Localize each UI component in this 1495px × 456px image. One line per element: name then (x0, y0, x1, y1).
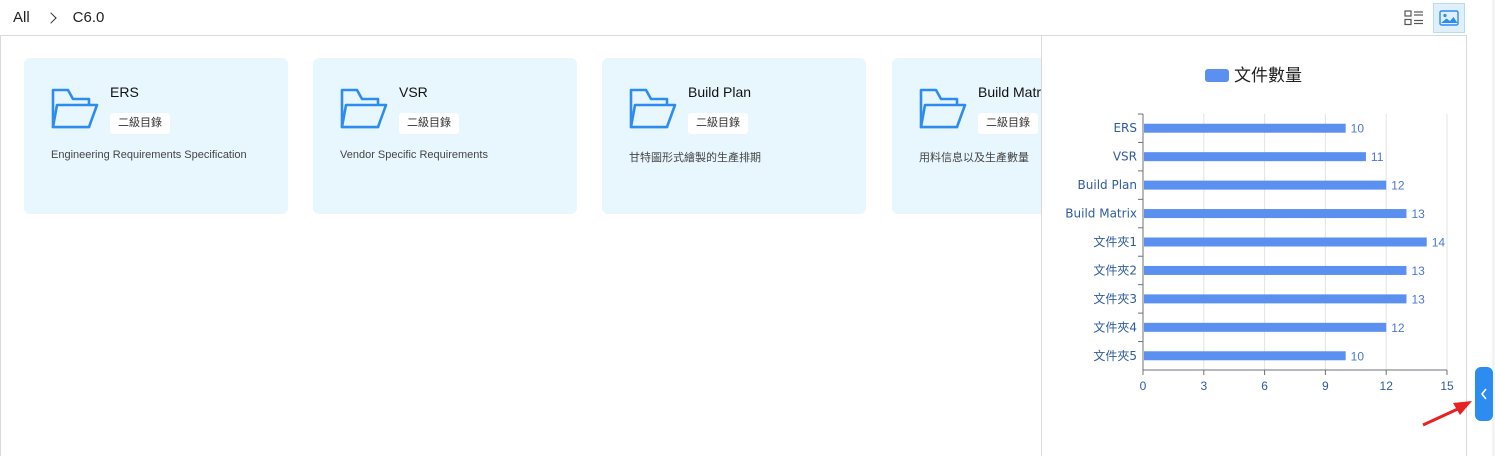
bar (1144, 322, 1387, 332)
y-tick-label: 文件夾4 (1093, 319, 1137, 334)
x-tick-label: 15 (1440, 379, 1454, 393)
card-description: Vendor Specific Requirements (340, 149, 488, 161)
data-label: 11 (1371, 150, 1384, 164)
card-title: Build Plan (688, 84, 752, 100)
content-area: ERS 二級目錄 Engineering Requirements Specific… (0, 36, 1467, 456)
data-label: 10 (1351, 349, 1365, 363)
card-tag: 二級目錄 (110, 113, 170, 134)
card-description: 甘特圖形式繪製的生產排期 (629, 152, 761, 164)
annotation-arrow (1422, 401, 1472, 427)
bar (1144, 265, 1407, 275)
y-tick-label: VSR (1113, 150, 1137, 164)
breadcrumb-current: C6.0 (72, 9, 105, 26)
bar (1144, 209, 1407, 219)
data-label: 12 (1391, 179, 1405, 193)
y-tick-label: Build Plan (1078, 178, 1137, 192)
y-tick-label: 文件夾5 (1093, 348, 1137, 363)
card-description: Engineering Requirements Specification (51, 149, 247, 161)
x-tick-label: 6 (1261, 379, 1268, 393)
folder-icon (51, 85, 99, 136)
bar (1144, 152, 1366, 162)
list-view-button[interactable] (1398, 3, 1430, 33)
data-label: 10 (1351, 122, 1365, 136)
chevron-left-icon (1480, 388, 1487, 400)
bar (1144, 123, 1346, 133)
chart-view-icon (1439, 10, 1459, 26)
y-tick-label: 文件夾2 (1093, 262, 1137, 277)
top-bar: All C6.0 (0, 0, 1467, 36)
x-tick-label: 12 (1380, 379, 1394, 393)
bar-chart: 文件數量 0 3 6 9 12 15 ERS 10 VSR 11 Build Plan 12 Build … (1065, 66, 1454, 393)
data-label: 13 (1411, 292, 1425, 306)
bar (1144, 294, 1407, 304)
folder-icon (629, 85, 677, 136)
y-tick-label: 文件夾1 (1093, 234, 1137, 249)
folder-card[interactable]: ERS 二級目錄 Engineering Requirements Specific… (24, 58, 288, 214)
card-tag: 二級目錄 (978, 113, 1038, 134)
legend-label: 文件數量 (1234, 66, 1302, 86)
breadcrumb: All C6.0 (13, 9, 104, 26)
bar (1144, 351, 1346, 361)
bar (1144, 180, 1387, 190)
card-title: VSR (399, 84, 428, 100)
folder-card[interactable]: VSR 二級目錄 Vendor Specific Requirements (313, 58, 577, 214)
x-tick-label: 3 (1200, 379, 1207, 393)
card-tag: 二級目錄 (399, 113, 459, 134)
card-title: ERS (110, 84, 139, 100)
card-tag: 二級目錄 (688, 113, 748, 134)
x-tick-label: 0 (1140, 379, 1147, 393)
list-view-icon (1404, 10, 1423, 26)
bar (1144, 237, 1427, 247)
folder-card[interactable]: Build Plan 二級目錄甘特圖形式繪製的生產排期 (602, 58, 866, 214)
breadcrumb-root[interactable]: All (13, 9, 30, 26)
x-tick-label: 9 (1322, 379, 1329, 393)
chart-view-button[interactable] (1433, 3, 1465, 33)
folder-icon (340, 85, 388, 136)
y-tick-label: ERS (1113, 121, 1137, 135)
chevron-right-icon (46, 11, 58, 25)
card-description: 用料信息以及生產數量 (919, 152, 1029, 164)
data-label: 13 (1411, 264, 1425, 278)
y-tick-label: Build Matrix (1065, 207, 1137, 221)
data-label: 13 (1411, 207, 1425, 221)
chart-panel: 文件數量 0 3 6 9 12 15 ERS 10 VSR 11 Build Plan 12 Build … (1041, 36, 1466, 456)
legend-swatch (1205, 69, 1229, 82)
data-label: 12 (1391, 321, 1405, 335)
y-tick-label: 文件夾3 (1093, 291, 1137, 306)
folder-icon (919, 85, 967, 136)
data-label: 14 (1432, 236, 1446, 250)
